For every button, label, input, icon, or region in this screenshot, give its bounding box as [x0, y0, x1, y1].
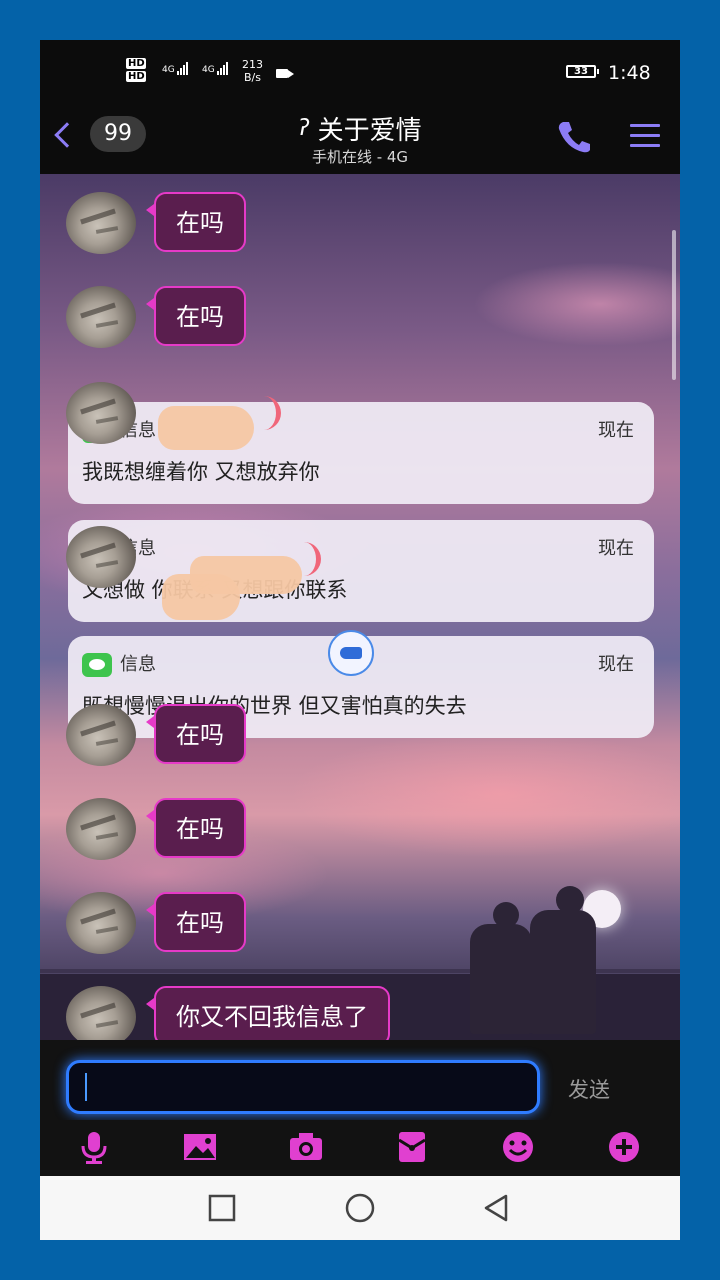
avatar[interactable]: [66, 382, 136, 444]
home-icon[interactable]: [344, 1192, 376, 1224]
message-bubble[interactable]: 在吗: [146, 192, 246, 252]
video-camera-icon: [276, 69, 294, 78]
notification-body: 我既想缠着你 又想放弃你: [82, 460, 320, 484]
signal-icon-2: 4G: [202, 62, 229, 75]
network-speed: 213 B/s: [242, 58, 263, 84]
avatar[interactable]: [66, 892, 136, 954]
phone-screen: HD HD 4G 4G 213 B/s 33 1:48 99 ʔ 关于爱情 手机在线 …: [40, 40, 680, 1240]
hand-pointer-overlay: [158, 406, 254, 450]
hand-pointer-overlay: [190, 556, 302, 594]
camera-icon[interactable]: [288, 1130, 324, 1164]
message-bubble[interactable]: 在吗: [146, 892, 246, 952]
red-packet-icon[interactable]: [394, 1130, 430, 1164]
notification-card[interactable]: 信息 现在 我既想缠着你 又想放弃你: [68, 402, 654, 504]
emoji-icon[interactable]: [500, 1130, 536, 1164]
clock: 1:48: [608, 62, 651, 84]
avatar[interactable]: [66, 986, 136, 1040]
hd-indicator: HD HD: [126, 58, 146, 82]
avatar[interactable]: [66, 798, 136, 860]
system-nav-bar: [40, 1176, 680, 1240]
avatar[interactable]: [66, 704, 136, 766]
message-bubble[interactable]: 在吗: [146, 798, 246, 858]
contact-name[interactable]: 关于爱情: [318, 116, 422, 146]
back-icon[interactable]: [480, 1192, 512, 1224]
recent-apps-icon[interactable]: [206, 1192, 238, 1224]
input-bar: 发送: [40, 1040, 680, 1120]
avatar[interactable]: [66, 526, 136, 588]
message-bubble[interactable]: 在吗: [146, 286, 246, 346]
chat-header: 99 ʔ 关于爱情 手机在线 - 4G: [40, 104, 680, 174]
ear-icon: ʔ: [298, 116, 310, 141]
menu-icon[interactable]: [630, 124, 660, 148]
text-cursor: [85, 1073, 87, 1101]
messages-app-icon: [82, 653, 112, 677]
person-silhouette-2: [530, 910, 596, 1034]
signal-icon: 4G: [162, 62, 189, 75]
battery-icon: 33: [566, 65, 599, 78]
notification-time: 现在: [598, 420, 634, 441]
chat-area[interactable]: 在吗 在吗 信息 现在 我既想缠着你 又想放弃你 信息 现在 又想做 你联系 又…: [40, 174, 680, 1040]
status-bar: HD HD 4G 4G 213 B/s 33 1:48: [40, 40, 680, 104]
plus-icon[interactable]: [606, 1130, 642, 1164]
avatar[interactable]: [66, 286, 136, 348]
chat-toolbar: [40, 1120, 680, 1176]
message-bubble[interactable]: 你又不回我信息了: [146, 986, 390, 1040]
microphone-icon[interactable]: [76, 1130, 112, 1164]
notification-time: 现在: [598, 654, 634, 675]
phone-call-icon[interactable]: [554, 118, 594, 154]
avatar[interactable]: [66, 192, 136, 254]
floating-assistant-button[interactable]: [328, 630, 374, 676]
image-icon[interactable]: [182, 1130, 218, 1164]
notification-card[interactable]: 信息 现在 又想做 你联系 又想跟你联系: [68, 520, 654, 622]
notification-time: 现在: [598, 538, 634, 559]
person-silhouette: [470, 924, 532, 1034]
message-bubble[interactable]: 在吗: [146, 704, 246, 764]
notification-body: 既想慢慢退出你的世界 但又害怕真的失去: [82, 694, 467, 718]
scrollbar[interactable]: [672, 230, 676, 380]
notification-app: 信息: [82, 650, 156, 677]
message-input[interactable]: [66, 1060, 540, 1114]
send-button[interactable]: 发送: [568, 1074, 610, 1104]
